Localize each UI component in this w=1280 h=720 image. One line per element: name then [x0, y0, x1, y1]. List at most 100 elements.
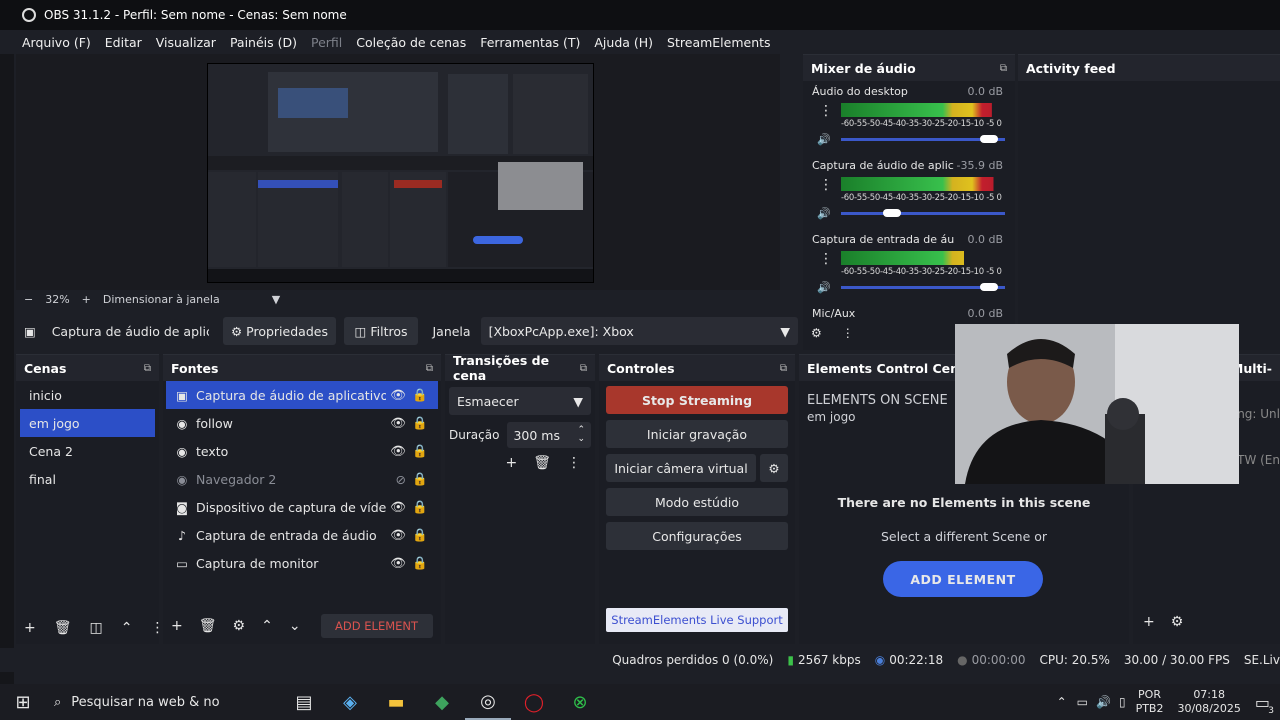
popout-icon[interactable]: ⧉: [426, 363, 433, 374]
scene-item[interactable]: inicio: [20, 381, 155, 409]
language-indicator[interactable]: POR PTB2: [1136, 688, 1164, 716]
popout-icon[interactable]: ⧉: [1000, 63, 1007, 74]
stepper-arrows-icon[interactable]: ⌃ ⌄: [577, 426, 585, 444]
source-item[interactable]: ◉ Navegador 2 ⊘ 🔒: [166, 465, 438, 493]
stop-streaming-button[interactable]: Stop Streaming: [606, 386, 788, 414]
move-up-icon[interactable]: ⌃: [121, 620, 133, 636]
move-up-icon[interactable]: ⌃: [261, 618, 273, 634]
settings-button[interactable]: Configurações: [606, 522, 788, 550]
volume-slider-knob[interactable]: [979, 283, 998, 291]
taskbar-search[interactable]: ⌕ Pesquisar na web & no: [46, 684, 281, 720]
scene-item[interactable]: em jogo: [20, 409, 155, 437]
network-icon[interactable]: ▭: [1077, 695, 1088, 709]
add-icon[interactable]: +: [171, 618, 183, 634]
duration-stepper[interactable]: 300 ms ⌃ ⌄: [507, 422, 591, 448]
notification-center[interactable]: ▭ 3: [1255, 693, 1274, 716]
move-down-icon[interactable]: ⌄: [289, 618, 301, 634]
eye-icon[interactable]: 👁: [390, 415, 406, 431]
eye-icon[interactable]: 👁: [390, 499, 406, 515]
volume-slider-knob[interactable]: [883, 209, 902, 217]
add-element-button[interactable]: ADD ELEMENT: [883, 561, 1043, 597]
task-view-icon[interactable]: ▤: [281, 684, 327, 720]
menu-item[interactable]: Arquivo (F): [22, 35, 91, 50]
menu-item[interactable]: Painéis (D): [230, 35, 297, 50]
lock-icon[interactable]: 🔒: [412, 499, 428, 515]
trash-icon[interactable]: 🗑: [54, 620, 72, 636]
source-item[interactable]: ◉ texto 👁 🔒: [166, 437, 438, 465]
add-icon[interactable]: +: [24, 620, 36, 636]
zoom-out-button[interactable]: −: [24, 293, 33, 306]
lock-icon[interactable]: 🔒: [412, 443, 428, 459]
gear-icon[interactable]: ⚙: [1171, 614, 1184, 630]
more-options-icon[interactable]: ⋮: [819, 251, 833, 267]
speaker-icon[interactable]: 🔊: [817, 207, 831, 220]
microphone-icon[interactable]: ▯: [1119, 695, 1126, 709]
clock[interactable]: 07:18 30/08/2025: [1177, 688, 1240, 716]
add-element-button[interactable]: ADD ELEMENT: [320, 614, 433, 638]
chevron-down-icon[interactable]: ▼: [272, 293, 280, 306]
volume-slider-knob[interactable]: [979, 135, 998, 143]
muted-speaker-icon[interactable]: 🔊: [817, 281, 831, 294]
add-icon[interactable]: +: [1143, 614, 1155, 630]
scene-item[interactable]: Cena 2: [20, 437, 155, 465]
preview-canvas[interactable]: [207, 63, 594, 283]
live-support-button[interactable]: StreamElements Live Support: [606, 608, 788, 632]
trash-icon[interactable]: 🗑: [533, 455, 551, 471]
advanced-audio-icon[interactable]: ⚙: [811, 326, 822, 340]
window-select[interactable]: [XboxPcApp.exe]: Xbox ▼: [480, 317, 798, 345]
eye-icon[interactable]: 👁: [390, 387, 406, 403]
scene-filters-icon[interactable]: ◫: [90, 620, 103, 636]
menu-item[interactable]: Editar: [105, 35, 142, 50]
lock-icon[interactable]: 🔒: [412, 415, 428, 431]
source-item[interactable]: ▣ Captura de áudio de aplicativo (BE👁 🔒: [166, 381, 438, 409]
eye-icon[interactable]: 👁: [390, 555, 406, 571]
source-item[interactable]: ◙ Dispositivo de captura de vídeo 👁 🔒: [166, 493, 438, 521]
more-options-icon[interactable]: ⋮: [842, 326, 854, 340]
file-explorer-icon[interactable]: ▬: [373, 684, 419, 720]
more-options-icon[interactable]: ⋮: [567, 455, 581, 471]
menu-item[interactable]: Coleção de cenas: [356, 35, 466, 50]
volume-slider[interactable]: [841, 209, 1005, 217]
volume-icon[interactable]: 🔊: [1096, 695, 1111, 709]
menu-item[interactable]: StreamElements: [667, 35, 771, 50]
start-virtual-camera-button[interactable]: Iniciar câmera virtual: [606, 454, 756, 482]
menu-item[interactable]: Ferramentas (T): [480, 35, 580, 50]
more-options-icon[interactable]: ⋮: [819, 103, 833, 119]
transition-select[interactable]: Esmaecer ▼: [449, 387, 591, 415]
app-icon[interactable]: ◆: [419, 684, 465, 720]
source-item[interactable]: ▭ Captura de monitor 👁 🔒: [166, 549, 438, 577]
start-recording-button[interactable]: Iniciar gravação: [606, 420, 788, 448]
menu-item[interactable]: Visualizar: [156, 35, 216, 50]
volume-slider[interactable]: [841, 283, 1005, 291]
properties-button[interactable]: ⚙ Propriedades: [223, 317, 336, 345]
opera-icon[interactable]: ◯: [511, 684, 557, 720]
popout-icon[interactable]: ⧉: [580, 363, 587, 374]
studio-mode-button[interactable]: Modo estúdio: [606, 488, 788, 516]
gear-icon[interactable]: ⚙: [233, 618, 246, 634]
source-item[interactable]: ◉ follow 👁 🔒: [166, 409, 438, 437]
source-item[interactable]: ♪ Captura de entrada de áudio 👁 🔒: [166, 521, 438, 549]
eye-icon[interactable]: 👁: [390, 527, 406, 543]
eye-icon[interactable]: 👁: [390, 443, 406, 459]
obs-taskbar-icon[interactable]: ◎: [465, 684, 511, 720]
windows-start-icon[interactable]: ⊞: [0, 684, 46, 720]
fit-to-window-label[interactable]: Dimensionar à janela: [103, 293, 220, 306]
lock-icon[interactable]: 🔒: [412, 527, 428, 543]
menu-item[interactable]: Ajuda (H): [594, 35, 653, 50]
menu-item[interactable]: Perfil: [311, 35, 342, 50]
trash-icon[interactable]: 🗑: [199, 618, 217, 634]
volume-slider[interactable]: [841, 135, 1005, 143]
copilot-icon[interactable]: ◈: [327, 684, 373, 720]
xbox-icon[interactable]: ⊗: [557, 684, 603, 720]
popout-icon[interactable]: ⧉: [144, 363, 151, 374]
more-options-icon[interactable]: ⋮: [819, 177, 833, 193]
lock-icon[interactable]: 🔒: [412, 471, 428, 487]
eye-hidden-icon[interactable]: ⊘: [396, 472, 406, 487]
speaker-icon[interactable]: 🔊: [817, 133, 831, 146]
chevron-up-icon[interactable]: ⌃: [1057, 695, 1067, 709]
zoom-in-button[interactable]: +: [82, 293, 91, 306]
add-icon[interactable]: +: [505, 455, 517, 471]
lock-icon[interactable]: 🔒: [412, 555, 428, 571]
virtual-camera-settings-button[interactable]: ⚙: [760, 454, 788, 482]
popout-icon[interactable]: ⧉: [780, 363, 787, 374]
